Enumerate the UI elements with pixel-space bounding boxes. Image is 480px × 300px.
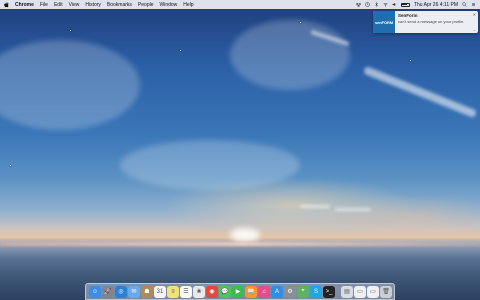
safari-icon[interactable]: ◎ xyxy=(115,285,127,298)
notification-app-logo: senFORM xyxy=(373,11,395,33)
notification-banner[interactable]: senFORM SenForm can't send a message on … xyxy=(373,11,478,33)
volume-icon[interactable] xyxy=(392,2,397,7)
wallpaper-cloud-streak xyxy=(300,205,330,208)
terminal-icon[interactable]: >_ xyxy=(323,285,335,298)
folder-stack-icon[interactable]: ▭ xyxy=(367,285,379,298)
mail-icon[interactable]: ✉ xyxy=(128,285,140,298)
photos-icon[interactable]: ❀ xyxy=(193,285,205,298)
wallpaper-cloud-streak xyxy=(335,208,371,211)
notification-center-icon[interactable] xyxy=(471,2,476,7)
apple-icon[interactable] xyxy=(4,1,9,8)
chevron-down-icon[interactable]: ⌄ xyxy=(473,27,476,32)
time-machine-icon[interactable] xyxy=(365,2,370,7)
menu-status-area: Thu Apr 26 4:11 PM xyxy=(355,2,476,8)
menu-app-name[interactable]: Chrome xyxy=(15,2,34,8)
documents-stack-icon[interactable]: ▤ xyxy=(341,285,353,298)
notes-icon[interactable]: ≡ xyxy=(167,285,179,298)
notification-body: SenForm can't send a message on your pro… xyxy=(395,11,478,33)
messages-icon[interactable]: 💬 xyxy=(219,285,231,298)
app-store-icon[interactable]: A xyxy=(271,285,283,298)
close-icon[interactable]: ✕ xyxy=(473,12,476,17)
dropbox-icon[interactable] xyxy=(355,2,361,7)
menu-help[interactable]: Help xyxy=(183,2,193,8)
menu-view[interactable]: View xyxy=(69,2,80,8)
notification-message: can't send a message on your profile. xyxy=(398,19,465,24)
facetime-icon[interactable]: ▶ xyxy=(232,285,244,298)
dock: ☺ 🚀 ◎ ✉ ☗ 31 ≡ ☰ ❀ ◉ 💬 ▶ 📖 ♫ A ⚙ ⌖ S >_ ▤ ▭ ▭ 🗑 xyxy=(85,283,395,300)
ibooks-icon[interactable]: 📖 xyxy=(245,285,257,298)
skype-icon[interactable]: S xyxy=(310,285,322,298)
wifi-icon[interactable] xyxy=(383,2,388,7)
contacts-icon[interactable]: ☗ xyxy=(141,285,153,298)
battery-icon[interactable] xyxy=(400,2,410,7)
menu-people[interactable]: People xyxy=(138,2,154,8)
menu-edit[interactable]: Edit xyxy=(54,2,63,8)
desktop-wallpaper xyxy=(0,0,480,300)
trash-icon[interactable]: 🗑 xyxy=(380,285,392,298)
wallpaper-cloud xyxy=(120,140,300,190)
launchpad-icon[interactable]: 🚀 xyxy=(102,285,114,298)
search-icon[interactable] xyxy=(462,2,467,7)
menu-bookmarks[interactable]: Bookmarks xyxy=(107,2,132,8)
wallpaper-star xyxy=(70,30,71,31)
chrome-icon[interactable]: ◉ xyxy=(206,285,218,298)
system-preferences-icon[interactable]: ⚙ xyxy=(284,285,296,298)
wallpaper-cloud-streak xyxy=(362,65,478,119)
wallpaper-star xyxy=(410,60,411,61)
finder-icon[interactable]: ☺ xyxy=(89,285,101,298)
wallpaper-horizon xyxy=(0,242,480,246)
wallpaper-cloud xyxy=(0,40,140,130)
menu-file[interactable]: File xyxy=(40,2,48,8)
wallpaper-star xyxy=(180,50,181,51)
wallpaper-cloud xyxy=(230,20,350,90)
downloads-stack-icon[interactable]: ▭ xyxy=(354,285,366,298)
menu-bar: Chrome File Edit View History Bookmarks … xyxy=(0,0,480,9)
menu-window[interactable]: Window xyxy=(160,2,178,8)
wallpaper-horizon-glow xyxy=(230,228,260,242)
wallpaper-star xyxy=(300,22,301,23)
wallpaper-star xyxy=(10,165,11,166)
itunes-icon[interactable]: ♫ xyxy=(258,285,270,298)
reminders-icon[interactable]: ☰ xyxy=(180,285,192,298)
bluetooth-icon[interactable] xyxy=(374,2,379,7)
maps-icon[interactable]: ⌖ xyxy=(297,285,309,298)
notification-title: SenForm xyxy=(398,13,418,18)
calendar-icon[interactable]: 31 xyxy=(154,285,166,298)
menu-clock[interactable]: Thu Apr 26 4:11 PM xyxy=(414,2,458,8)
menu-history[interactable]: History xyxy=(85,2,101,8)
